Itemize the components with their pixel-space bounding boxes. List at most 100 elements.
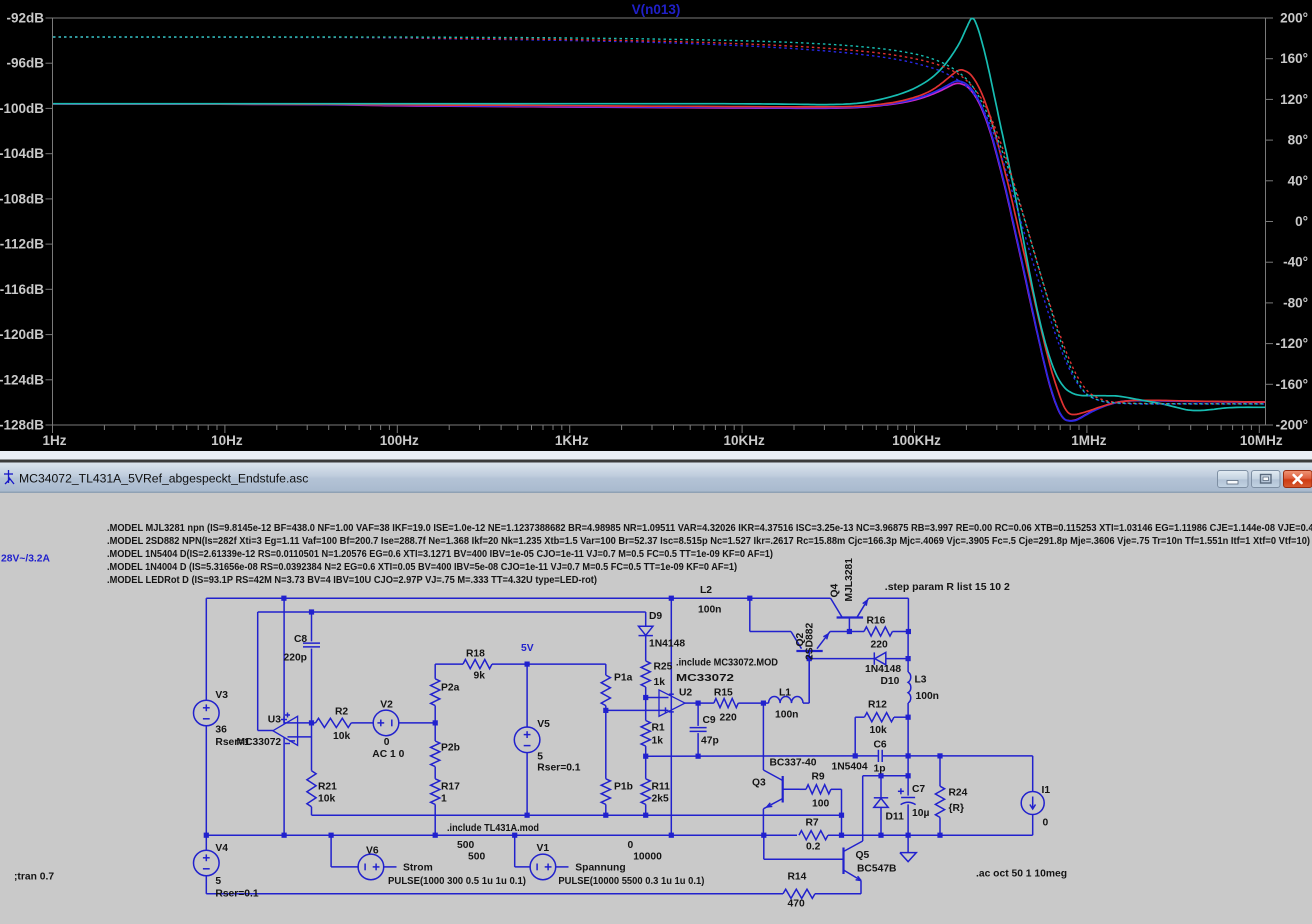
svg-text:MC33072: MC33072 — [676, 673, 734, 684]
svg-text:0: 0 — [628, 840, 634, 851]
svg-text:.include TL431A.mod: .include TL431A.mod — [447, 823, 539, 834]
svg-text:-120°: -120° — [1276, 336, 1308, 351]
svg-text:C6: C6 — [874, 740, 887, 751]
svg-text:R18: R18 — [466, 649, 485, 660]
svg-text:L2: L2 — [700, 585, 712, 596]
svg-text:Q3: Q3 — [752, 778, 766, 789]
svg-text:.MODEL 1N5404 D(IS=2.61339e-12: .MODEL 1N5404 D(IS=2.61339e-12 RS=0.0110… — [107, 549, 773, 560]
svg-text:-200°: -200° — [1276, 418, 1308, 433]
svg-text:36: 36 — [215, 725, 227, 736]
svg-text:U3: U3 — [268, 715, 281, 726]
svg-text:-128dB: -128dB — [0, 418, 44, 433]
svg-text:5: 5 — [537, 752, 543, 763]
svg-text:5V: 5V — [521, 643, 534, 654]
svg-text:-124dB: -124dB — [0, 372, 44, 387]
svg-text:1N5404: 1N5404 — [832, 762, 868, 773]
svg-text:R15: R15 — [714, 687, 733, 698]
svg-text:R12: R12 — [868, 700, 887, 711]
svg-text:10MHz: 10MHz — [1240, 433, 1283, 448]
svg-text:MC33072: MC33072 — [237, 737, 282, 748]
svg-text:10000: 10000 — [633, 852, 662, 863]
svg-text:1N4148: 1N4148 — [865, 664, 901, 675]
svg-text:AC 1 0: AC 1 0 — [372, 749, 404, 760]
svg-text:10KHz: 10KHz — [723, 433, 765, 448]
svg-text:220: 220 — [720, 713, 737, 724]
svg-text:R21: R21 — [318, 782, 337, 793]
svg-text:I1: I1 — [1042, 785, 1051, 796]
svg-text:R24: R24 — [949, 788, 968, 799]
svg-text:-92dB: -92dB — [6, 11, 44, 26]
svg-text:R17: R17 — [441, 782, 460, 793]
svg-text:40°: 40° — [1288, 173, 1308, 188]
svg-text:Q5: Q5 — [856, 850, 870, 861]
svg-text:.MODEL 2SD882 NPN(Is=282f Xti=: .MODEL 2SD882 NPN(Is=282f Xti=3 Eg=1.11 … — [107, 536, 1310, 547]
svg-text:1MHz: 1MHz — [1071, 433, 1107, 448]
svg-text:P2b: P2b — [441, 743, 460, 754]
svg-text:{R}: {R} — [949, 803, 964, 814]
svg-text:-40°: -40° — [1283, 255, 1308, 270]
svg-text:V(n013): V(n013) — [632, 2, 681, 17]
svg-text:10k: 10k — [333, 731, 350, 742]
svg-text:0°: 0° — [1295, 214, 1308, 229]
svg-text:2SD882: 2SD882 — [805, 623, 816, 660]
svg-text:100Hz: 100Hz — [380, 433, 419, 448]
svg-text:10k: 10k — [318, 794, 335, 805]
svg-text:28V~/3.2A: 28V~/3.2A — [1, 554, 51, 565]
svg-text:500: 500 — [468, 852, 485, 863]
svg-text:-112dB: -112dB — [0, 237, 44, 252]
svg-text:0: 0 — [384, 737, 390, 748]
svg-text:2k5: 2k5 — [652, 794, 669, 805]
svg-text:R25: R25 — [654, 662, 673, 673]
svg-text:100: 100 — [812, 799, 829, 810]
svg-text:Rser=0.1: Rser=0.1 — [537, 763, 580, 774]
svg-text:Rser=0.1: Rser=0.1 — [215, 889, 258, 900]
svg-text:1p: 1p — [874, 764, 886, 775]
svg-text:R16: R16 — [867, 616, 886, 627]
svg-text:500: 500 — [457, 840, 474, 851]
svg-text:220p: 220p — [284, 653, 307, 664]
svg-text:-80°: -80° — [1283, 295, 1308, 310]
svg-text:R7: R7 — [806, 818, 819, 829]
svg-text:R14: R14 — [788, 871, 807, 882]
svg-text:1k: 1k — [652, 736, 664, 747]
svg-text:1: 1 — [441, 794, 447, 805]
svg-text:PULSE(10000 5500 0.3 1u 1u 0.1: PULSE(10000 5500 0.3 1u 1u 0.1) — [558, 876, 704, 887]
svg-text:100n: 100n — [775, 710, 798, 721]
svg-text:P2a: P2a — [441, 683, 460, 694]
svg-text:Q4: Q4 — [830, 583, 841, 597]
svg-text:1k: 1k — [654, 677, 666, 688]
svg-text:-104dB: -104dB — [0, 146, 44, 161]
svg-text:R1: R1 — [652, 723, 665, 734]
svg-text:1Hz: 1Hz — [42, 433, 66, 448]
svg-text:C9: C9 — [703, 715, 716, 726]
svg-text:-96dB: -96dB — [6, 56, 44, 71]
svg-text:-120dB: -120dB — [0, 327, 44, 342]
svg-text:10µ: 10µ — [912, 808, 929, 819]
svg-text:R9: R9 — [812, 772, 825, 783]
svg-text:-100dB: -100dB — [0, 101, 44, 116]
svg-text:BC337-40: BC337-40 — [770, 758, 817, 769]
svg-text:V1: V1 — [537, 843, 550, 854]
svg-text:.ac oct 50 1 10meg: .ac oct 50 1 10meg — [976, 869, 1067, 880]
svg-text:V4: V4 — [215, 843, 228, 854]
svg-text:100n: 100n — [916, 691, 939, 702]
svg-text:47p: 47p — [701, 736, 719, 747]
svg-text:V5: V5 — [537, 719, 550, 730]
svg-text:.include MC33072.MOD: .include MC33072.MOD — [676, 658, 778, 669]
svg-text:-160°: -160° — [1276, 377, 1308, 392]
svg-text:V2: V2 — [380, 700, 393, 711]
svg-text:L1: L1 — [779, 687, 791, 698]
svg-text:D11: D11 — [886, 812, 905, 823]
svg-text:D9: D9 — [649, 611, 662, 622]
svg-text:-116dB: -116dB — [0, 282, 44, 297]
svg-text:.MODEL LEDRot D (IS=93.1P RS=4: .MODEL LEDRot D (IS=93.1P RS=42M N=3.73 … — [107, 575, 597, 586]
svg-text:C7: C7 — [912, 784, 925, 795]
svg-text:100KHz: 100KHz — [892, 433, 941, 448]
svg-text:1N4148: 1N4148 — [649, 639, 685, 650]
svg-text:.MODEL 1N4004 D (IS=5.31656e-0: .MODEL 1N4004 D (IS=5.31656e-08 RS=0.039… — [107, 562, 737, 573]
svg-text:10Hz: 10Hz — [211, 433, 243, 448]
svg-text:5: 5 — [215, 876, 221, 887]
svg-text:PULSE(1000 300 0.5 1u 1u 0.1): PULSE(1000 300 0.5 1u 1u 0.1) — [388, 876, 526, 887]
svg-text:Strom: Strom — [403, 863, 433, 874]
svg-text:-108dB: -108dB — [0, 191, 44, 206]
